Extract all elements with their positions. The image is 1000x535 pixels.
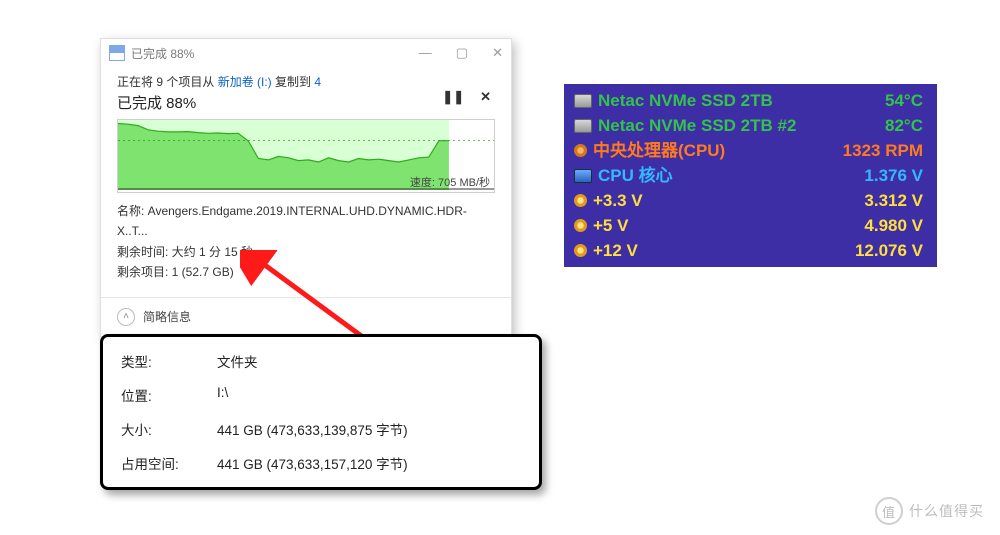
- property-row: 大小:441 GB (473,633,139,875 字节): [121, 419, 521, 439]
- minimize-button[interactable]: —: [419, 45, 432, 61]
- copy-progress-window: 已完成 88% — ▢ ✕ 正在将 9 个项目从 新加卷 (I:) 复制到 4 …: [100, 38, 512, 337]
- volt-icon: [574, 194, 587, 207]
- file-name-label: 名称: Avengers.Endgame.2019.INTERNAL.UHD.D…: [117, 201, 495, 242]
- sensor-row: +5 V4.980 V: [564, 213, 937, 238]
- watermark-badge-icon: 值: [875, 497, 903, 525]
- property-key: 大小:: [121, 419, 217, 439]
- sensor-row: 中央处理器(CPU)1323 RPM: [564, 138, 937, 163]
- close-button[interactable]: ✕: [492, 45, 503, 61]
- property-value: 441 GB (473,633,157,120 字节): [217, 453, 408, 473]
- details-toggle[interactable]: ˄ 简略信息: [101, 297, 511, 336]
- titlebar[interactable]: 已完成 88% — ▢ ✕: [101, 39, 511, 67]
- sensor-label: Netac NVMe SSD 2TB #2: [598, 114, 885, 137]
- progress-text: 已完成 88%: [117, 92, 495, 113]
- property-key: 位置:: [121, 385, 217, 405]
- disk-icon: [574, 119, 592, 133]
- sensor-value: 12.076 V: [855, 239, 923, 262]
- sensor-row: +3.3 V3.312 V: [564, 188, 937, 213]
- volt-icon: [574, 219, 587, 232]
- sensor-value: 4.980 V: [864, 214, 923, 237]
- items-remaining-label: 剩余项目: 1 (52.7 GB): [117, 262, 495, 282]
- property-value: I:\: [217, 385, 228, 405]
- property-key: 占用空间:: [121, 453, 217, 473]
- maximize-button[interactable]: ▢: [456, 45, 468, 61]
- cancel-button[interactable]: ✕: [480, 89, 491, 105]
- chevron-up-icon: ˄: [117, 308, 135, 326]
- property-value: 441 GB (473,633,139,875 字节): [217, 419, 408, 439]
- sensor-label: +5 V: [593, 214, 864, 237]
- window-title: 已完成 88%: [131, 45, 194, 62]
- sensor-value: 1.376 V: [864, 164, 923, 187]
- dest-link[interactable]: 4: [314, 75, 321, 89]
- property-row: 占用空间:441 GB (473,633,157,120 字节): [121, 453, 521, 473]
- sensor-label: +12 V: [593, 239, 855, 262]
- property-row: 位置:I:\: [121, 385, 521, 405]
- pause-button[interactable]: ❚❚: [442, 89, 464, 105]
- copy-app-icon: [109, 45, 125, 61]
- cpu-icon: [574, 169, 592, 183]
- copy-summary: 正在将 9 个项目从 新加卷 (I:) 复制到 4: [117, 73, 495, 90]
- sensor-value: 82°C: [885, 114, 923, 137]
- watermark: 值 什么值得买: [875, 497, 984, 525]
- sensor-row: +12 V12.076 V: [564, 238, 937, 263]
- volt-icon: [574, 244, 587, 257]
- property-key: 类型:: [121, 351, 217, 371]
- properties-panel: 类型:文件夹位置:I:\大小:441 GB (473,633,139,875 字…: [100, 334, 542, 490]
- sensor-row: CPU 核心1.376 V: [564, 163, 937, 188]
- sensor-value: 3.312 V: [864, 189, 923, 212]
- sensor-value: 1323 RPM: [843, 139, 923, 162]
- speed-label: 速度: 705 MB/秒: [410, 174, 490, 190]
- time-remaining-label: 剩余时间: 大约 1 分 15 秒: [117, 242, 495, 262]
- source-link[interactable]: 新加卷 (I:): [218, 75, 272, 89]
- sensor-row: Netac NVMe SSD 2TB54°C: [564, 88, 937, 113]
- sensor-label: +3.3 V: [593, 189, 864, 212]
- fan-icon: [574, 144, 587, 157]
- disk-icon: [574, 94, 592, 108]
- sensor-label: CPU 核心: [598, 164, 864, 187]
- watermark-text: 什么值得买: [909, 501, 984, 521]
- sensor-value: 54°C: [885, 89, 923, 112]
- sensor-label: Netac NVMe SSD 2TB: [598, 89, 885, 112]
- transfer-speed-chart[interactable]: 速度: 705 MB/秒: [117, 119, 495, 193]
- hardware-sensor-panel: Netac NVMe SSD 2TB54°CNetac NVMe SSD 2TB…: [564, 84, 937, 267]
- property-value: 文件夹: [217, 351, 258, 371]
- sensor-label: 中央处理器(CPU): [593, 139, 843, 162]
- property-row: 类型:文件夹: [121, 351, 521, 371]
- sensor-row: Netac NVMe SSD 2TB #282°C: [564, 113, 937, 138]
